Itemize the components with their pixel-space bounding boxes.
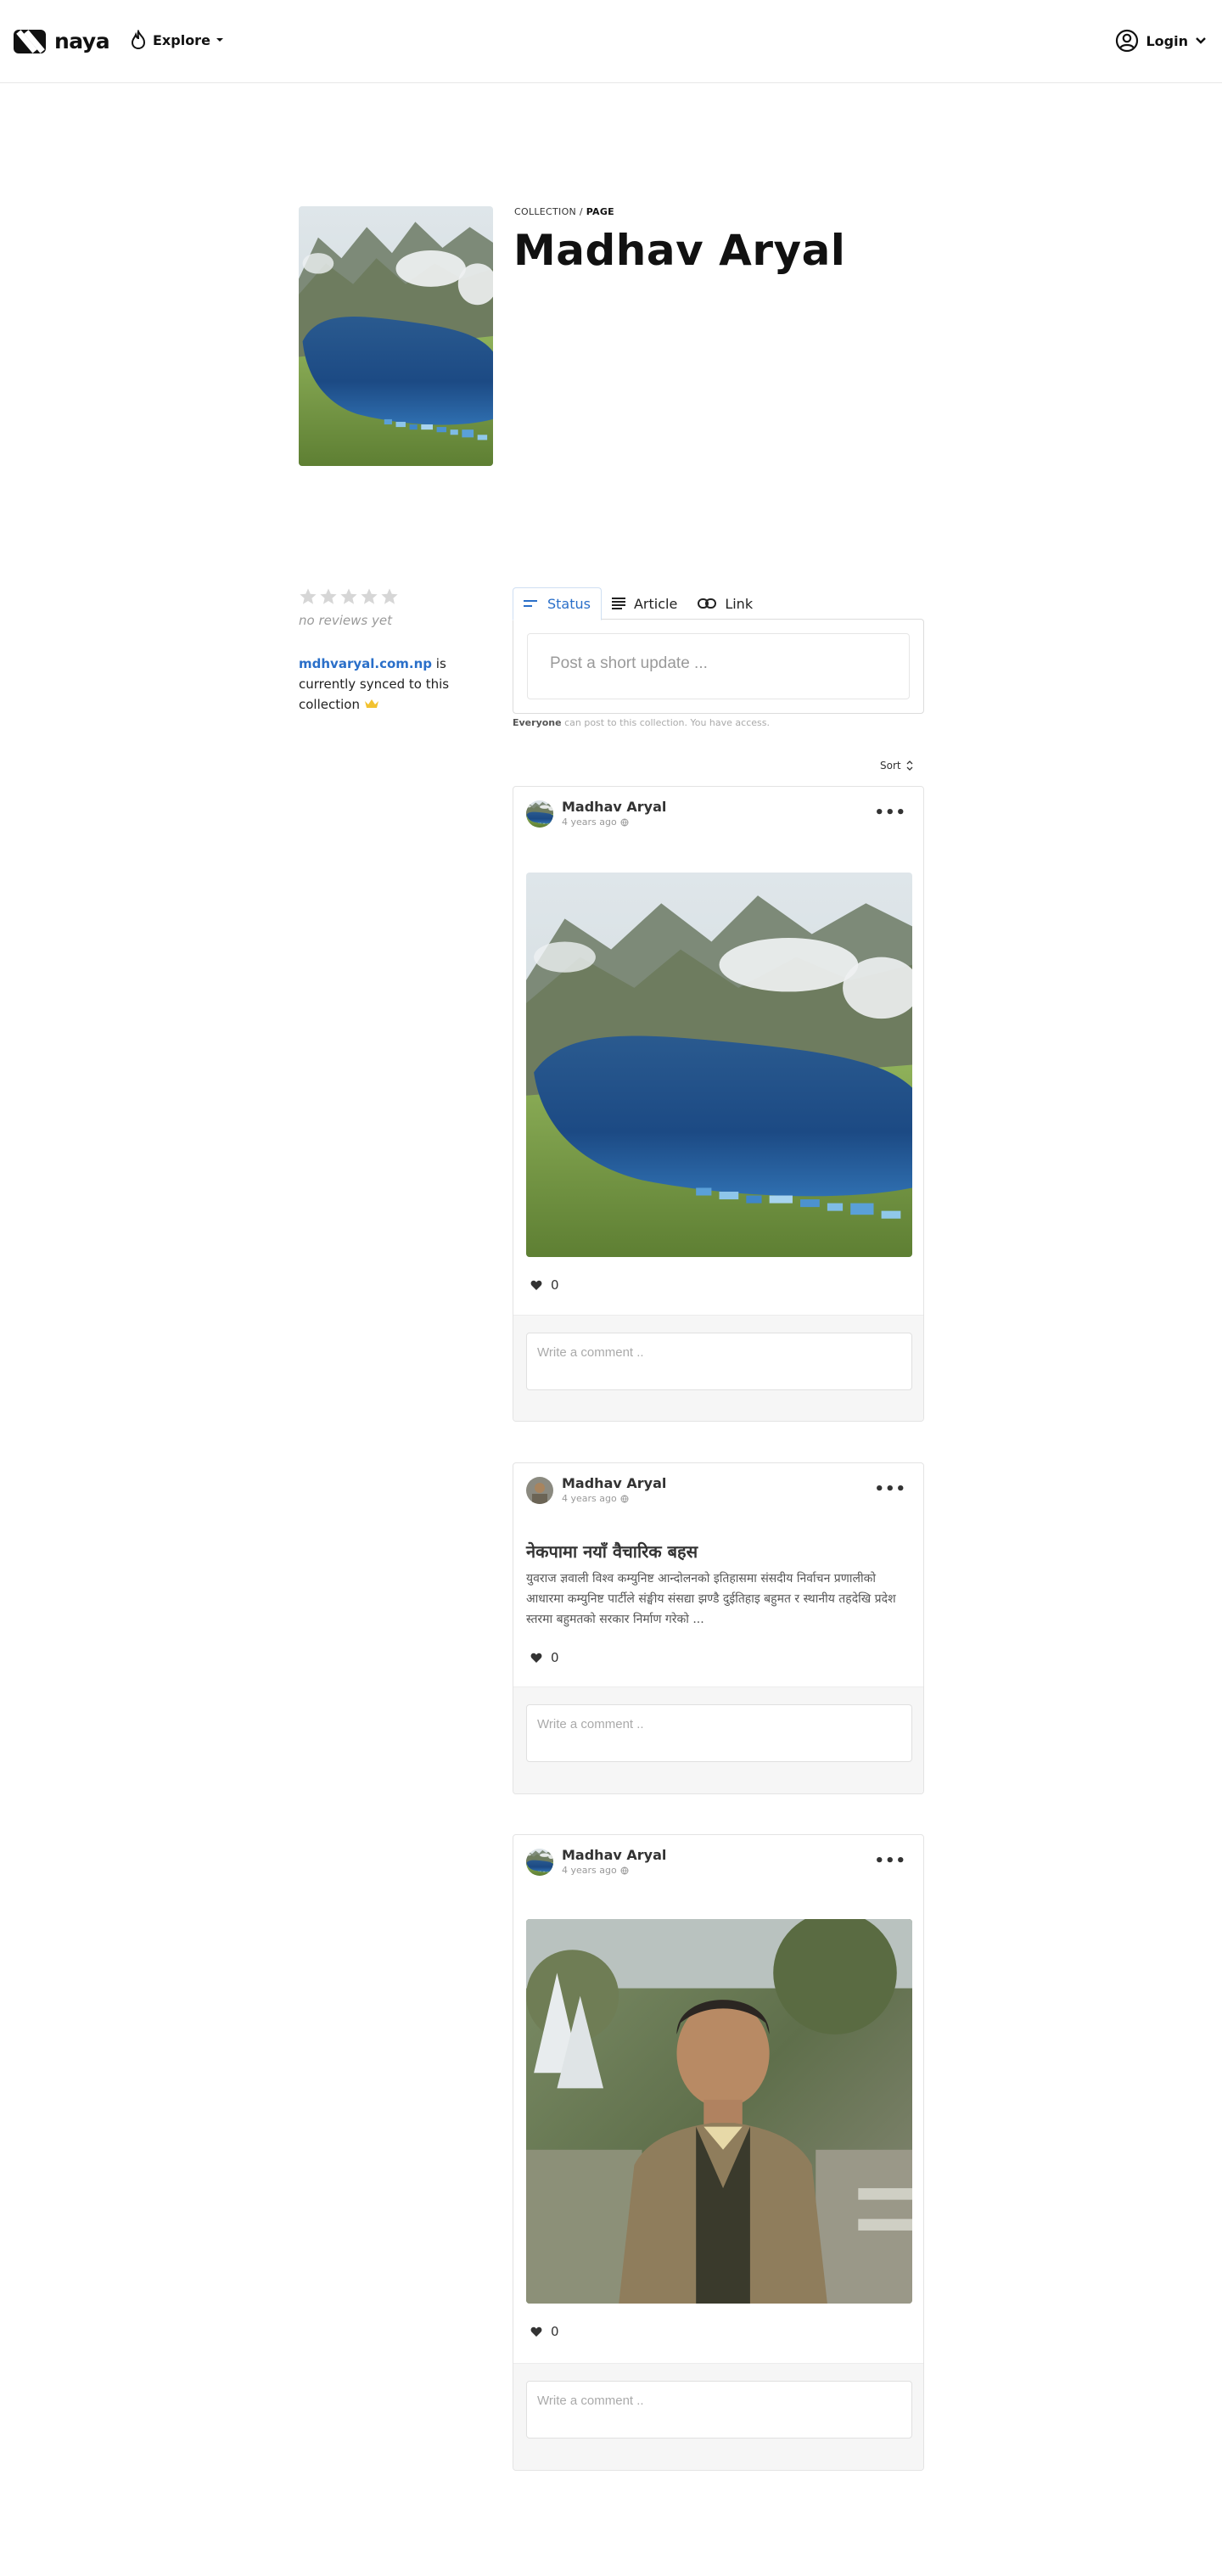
avatar[interactable] bbox=[526, 1849, 553, 1876]
post-header: Madhav Aryal 4 years ago ••• bbox=[513, 787, 923, 846]
like-button[interactable]: 0 bbox=[530, 1277, 559, 1293]
explore-label: Explore bbox=[153, 31, 210, 48]
heart-icon bbox=[530, 1280, 542, 1290]
like-button[interactable]: 0 bbox=[530, 1650, 559, 1665]
like-count: 0 bbox=[551, 1650, 559, 1665]
post-card: Madhav Aryal 4 years ago ••• 0 Write a c… bbox=[513, 1834, 924, 2471]
post-header: Madhav Aryal 4 years ago ••• bbox=[513, 1463, 923, 1523]
star-icon[interactable] bbox=[380, 587, 399, 606]
post-time: 4 years ago bbox=[562, 817, 629, 828]
collection-cover-image bbox=[299, 206, 493, 466]
avatar[interactable] bbox=[526, 1477, 553, 1504]
more-options-icon[interactable]: ••• bbox=[874, 804, 906, 822]
post-time: 4 years ago bbox=[562, 1493, 629, 1504]
sort-button[interactable]: Sort bbox=[880, 760, 913, 772]
post-time-text: 4 years ago bbox=[562, 817, 617, 828]
page-title: Madhav Aryal bbox=[513, 226, 846, 275]
access-who: Everyone bbox=[513, 717, 562, 728]
more-options-icon[interactable]: ••• bbox=[874, 1852, 906, 1870]
comment-section: Write a comment .. bbox=[513, 1686, 923, 1793]
brand-name: naya bbox=[54, 29, 110, 53]
crown-icon bbox=[364, 699, 378, 708]
synced-site-link[interactable]: mdhvaryal.com.np bbox=[299, 656, 432, 671]
comment-input[interactable]: Write a comment .. bbox=[526, 1704, 912, 1762]
breadcrumb: COLLECTION / PAGE bbox=[514, 206, 614, 217]
sort-label: Sort bbox=[880, 760, 901, 772]
comment-input[interactable]: Write a comment .. bbox=[526, 1333, 912, 1390]
like-count: 0 bbox=[551, 2324, 559, 2339]
naya-logo-icon bbox=[14, 29, 46, 53]
access-text: can post to this collection. You have ac… bbox=[561, 717, 770, 728]
comment-section: Write a comment .. bbox=[513, 2363, 923, 2470]
star-icon[interactable] bbox=[339, 587, 358, 606]
link-icon bbox=[698, 598, 717, 609]
tab-status[interactable]: Status bbox=[513, 587, 602, 620]
post-author[interactable]: Madhav Aryal bbox=[562, 1847, 666, 1863]
tab-article[interactable]: Article bbox=[602, 587, 687, 620]
globe-icon bbox=[620, 1866, 629, 1875]
like-count: 0 bbox=[551, 1277, 559, 1293]
status-lines-icon bbox=[524, 599, 537, 607]
post-time: 4 years ago bbox=[562, 1865, 629, 1876]
star-icon[interactable] bbox=[360, 587, 378, 606]
breadcrumb-current: PAGE bbox=[586, 206, 614, 217]
tab-status-label: Status bbox=[547, 596, 591, 612]
no-reviews-text: no reviews yet bbox=[299, 613, 392, 628]
star-icon[interactable] bbox=[319, 587, 338, 606]
comment-input[interactable]: Write a comment .. bbox=[526, 2381, 912, 2439]
status-update-input[interactable]: Post a short update ... bbox=[527, 633, 910, 699]
post-time-text: 4 years ago bbox=[562, 1865, 617, 1876]
article-lines-icon bbox=[611, 598, 625, 609]
heart-icon bbox=[530, 1653, 542, 1663]
user-circle-icon bbox=[1116, 29, 1139, 53]
star-icon[interactable] bbox=[299, 587, 317, 606]
post-author[interactable]: Madhav Aryal bbox=[562, 799, 666, 815]
login-button[interactable]: Login bbox=[1115, 29, 1207, 53]
post-header: Madhav Aryal 4 years ago ••• bbox=[513, 1835, 923, 1894]
breadcrumb-prefix: COLLECTION / bbox=[514, 206, 583, 217]
post-image[interactable] bbox=[526, 1919, 912, 2304]
post-author[interactable]: Madhav Aryal bbox=[562, 1475, 666, 1491]
top-navigation-bar: naya Explore Login bbox=[0, 0, 1222, 83]
chevron-down-icon bbox=[216, 38, 223, 42]
chevron-down-icon bbox=[1196, 37, 1206, 44]
post-time-text: 4 years ago bbox=[562, 1493, 617, 1504]
globe-icon bbox=[620, 1495, 629, 1503]
post-card: Madhav Aryal 4 years ago ••• 0 Write a c… bbox=[513, 786, 924, 1422]
sync-notice: mdhvaryal.com.np is currently synced to … bbox=[299, 654, 468, 715]
article-title[interactable]: नेकपामा नयाँ वैचारिक बहस bbox=[526, 1540, 698, 1563]
tab-article-label: Article bbox=[633, 595, 678, 612]
globe-icon bbox=[620, 818, 629, 827]
post-image[interactable] bbox=[526, 873, 912, 1257]
heart-icon bbox=[530, 2326, 542, 2337]
brand-logo[interactable]: naya bbox=[14, 29, 110, 53]
rating-stars[interactable] bbox=[299, 587, 399, 606]
post-card: Madhav Aryal 4 years ago ••• नेकपामा नया… bbox=[513, 1462, 924, 1794]
post-type-tabs: Status Article Link bbox=[513, 587, 763, 620]
like-button[interactable]: 0 bbox=[530, 2324, 559, 2339]
article-excerpt: युवराज ज्ञवाली विश्व कम्युनिष्ट आन्दोलनक… bbox=[526, 1572, 896, 1626]
posting-access-note: Everyone can post to this collection. Yo… bbox=[513, 717, 770, 728]
flame-icon bbox=[131, 30, 146, 50]
more-options-icon[interactable]: ••• bbox=[874, 1480, 906, 1498]
login-label: Login bbox=[1146, 32, 1188, 49]
tab-link[interactable]: Link bbox=[687, 587, 763, 620]
avatar[interactable] bbox=[526, 800, 553, 828]
composer-panel: Post a short update ... bbox=[513, 619, 924, 714]
explore-menu-button[interactable]: Explore bbox=[129, 30, 224, 50]
tab-link-label: Link bbox=[725, 595, 754, 612]
comment-section: Write a comment .. bbox=[513, 1315, 923, 1421]
sort-arrows-icon bbox=[906, 760, 913, 771]
